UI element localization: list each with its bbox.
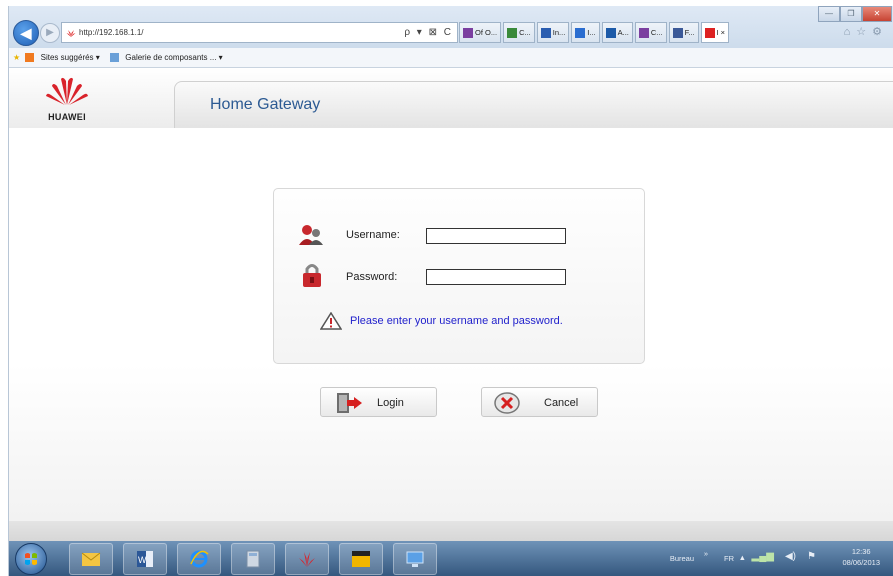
huawei-icon — [299, 552, 315, 567]
browser-tab[interactable]: I... — [571, 22, 600, 43]
network-signal-icon[interactable]: ▂▄▆ — [752, 551, 774, 562]
globe-icon — [507, 27, 518, 38]
cancel-button-label: Cancel — [544, 397, 579, 409]
browser-tab-label: C... — [650, 28, 663, 37]
suggested-sites-icon — [25, 53, 35, 63]
action-center-flag-icon[interactable]: ⚑ — [807, 551, 816, 562]
browser-toolbar: ◀ ▶ http://192.168.1.1/ ρ ▾ ⊠ C Of O... C… — [9, 6, 893, 48]
browser-tab-label: I... — [587, 28, 596, 37]
huawei-logo: HUAWEI — [29, 76, 105, 124]
word-icon: W — [137, 551, 153, 567]
clock-time: 12:36 — [851, 547, 871, 556]
browser-tab[interactable]: F... — [668, 22, 699, 43]
cancel-x-icon — [494, 392, 520, 414]
login-button-label: Login — [377, 397, 404, 409]
username-label: Username: — [346, 229, 400, 241]
taskbar-internet-explorer[interactable] — [177, 543, 221, 575]
browser-tab-label: Of O... — [475, 28, 498, 37]
browser-tab[interactable]: I × — [700, 22, 730, 43]
login-message: Please enter your username and password. — [320, 312, 563, 330]
calculator-icon — [246, 550, 260, 568]
windows-taskbar: W Bureau » FR ▲ ▂▄▆ ◀) ⚑ 12:36 08/06/201… — [9, 541, 893, 576]
svg-text:W: W — [138, 555, 147, 565]
back-button[interactable]: ◀ — [13, 20, 39, 46]
password-input[interactable] — [426, 269, 566, 285]
tray-clock[interactable]: 12:36 08/06/2013 — [842, 546, 880, 568]
browser-tab[interactable]: A... — [601, 22, 633, 43]
start-button[interactable] — [15, 543, 47, 575]
volume-icon[interactable]: ◀) — [785, 551, 796, 562]
login-panel: Username: Password: Please enter your us… — [273, 188, 645, 364]
address-bar[interactable]: http://192.168.1.1/ ρ ▾ ⊠ C — [61, 22, 458, 43]
address-url: http://192.168.1.1/ — [79, 28, 144, 37]
forward-button[interactable]: ▶ — [40, 23, 60, 43]
browser-tab-label: I — [716, 28, 719, 37]
favorites-bar: ★ Sites suggérés ▾ Galerie de composants… — [9, 48, 893, 68]
outlook-icon — [81, 552, 101, 566]
of-icon — [463, 27, 473, 38]
favorites-star-icon[interactable]: ★ — [13, 53, 20, 62]
language-indicator[interactable]: FR — [724, 554, 734, 563]
browser-tab[interactable]: In... — [536, 22, 570, 43]
tray-desktop-label[interactable]: Bureau — [670, 554, 694, 563]
password-row: Password: — [298, 264, 598, 291]
brand-name: HUAWEI — [48, 112, 86, 122]
tray-expand-icon[interactable]: » — [704, 549, 708, 558]
tray-show-icons[interactable]: ▲ — [739, 553, 746, 562]
huawei-favicon-icon — [66, 29, 76, 37]
tab-strip: Of O... C... In... I... A... C... F... I × — [459, 22, 730, 43]
favorite-gallery[interactable]: Galerie de composants ... ▾ — [125, 53, 222, 62]
taskbar-dlink[interactable] — [339, 543, 383, 575]
login-door-icon — [337, 393, 362, 413]
dlink-icon — [352, 551, 370, 567]
lock-icon — [303, 264, 321, 287]
huawei-flower-icon — [46, 77, 88, 105]
login-message-text: Please enter your username and password. — [350, 315, 563, 327]
windows-logo-icon — [25, 553, 37, 565]
tab-close-icon[interactable]: × — [721, 23, 725, 42]
window-close-button[interactable]: ✕ — [862, 6, 892, 22]
address-tools[interactable]: ρ ▾ ⊠ C — [404, 23, 453, 42]
password-label: Password: — [346, 271, 398, 283]
browser-tab[interactable]: C... — [634, 22, 667, 43]
favorite-suggested-sites[interactable]: Sites suggérés ▾ — [41, 53, 100, 62]
gallery-icon — [110, 53, 120, 63]
window-controls: — ❐ ✕ — [818, 6, 892, 22]
taskbar-remote-desktop[interactable] — [393, 543, 437, 575]
browser-tab-label: C... — [519, 28, 531, 37]
home-star-gear-icons[interactable]: ⌂☆⚙ — [844, 25, 888, 38]
page-footer-bar — [9, 521, 893, 541]
login-content: Username: Password: Please enter your us… — [9, 128, 893, 521]
minimize-button[interactable]: — — [818, 6, 840, 22]
facebook-icon — [672, 27, 683, 38]
remote-desktop-icon — [406, 551, 424, 567]
username-input[interactable] — [426, 228, 566, 244]
page-header: HUAWEI Home Gateway — [9, 68, 893, 129]
taskbar-calculator[interactable] — [231, 543, 275, 575]
login-button[interactable]: Login — [320, 387, 437, 417]
of-icon — [638, 27, 649, 38]
home-gateway-tab: Home Gateway — [174, 81, 893, 129]
taskbar-word[interactable]: W — [123, 543, 167, 575]
taskbar-huawei[interactable] — [285, 543, 329, 575]
image-icon — [605, 27, 616, 38]
warning-icon — [320, 312, 342, 330]
username-row: Username: — [298, 225, 598, 248]
bar-icon — [575, 27, 586, 38]
internet-explorer-icon — [190, 550, 209, 568]
huawei-icon — [704, 27, 715, 38]
browser-tab[interactable]: C... — [503, 22, 535, 43]
browser-tab-label: In... — [552, 28, 566, 37]
taskbar-outlook[interactable] — [69, 543, 113, 575]
user-icon — [299, 225, 323, 245]
browser-tab-label: F... — [684, 28, 695, 37]
maximize-button[interactable]: ❐ — [840, 6, 862, 22]
browser-tab[interactable]: Of O... — [459, 22, 502, 43]
chart-icon — [540, 27, 551, 38]
browser-tab-label: A... — [617, 28, 629, 37]
browser-window: ◀ ▶ http://192.168.1.1/ ρ ▾ ⊠ C Of O... C… — [8, 6, 893, 576]
cancel-button[interactable]: Cancel — [481, 387, 598, 417]
clock-date: 08/06/2013 — [842, 558, 880, 567]
page-title: Home Gateway — [210, 96, 321, 113]
